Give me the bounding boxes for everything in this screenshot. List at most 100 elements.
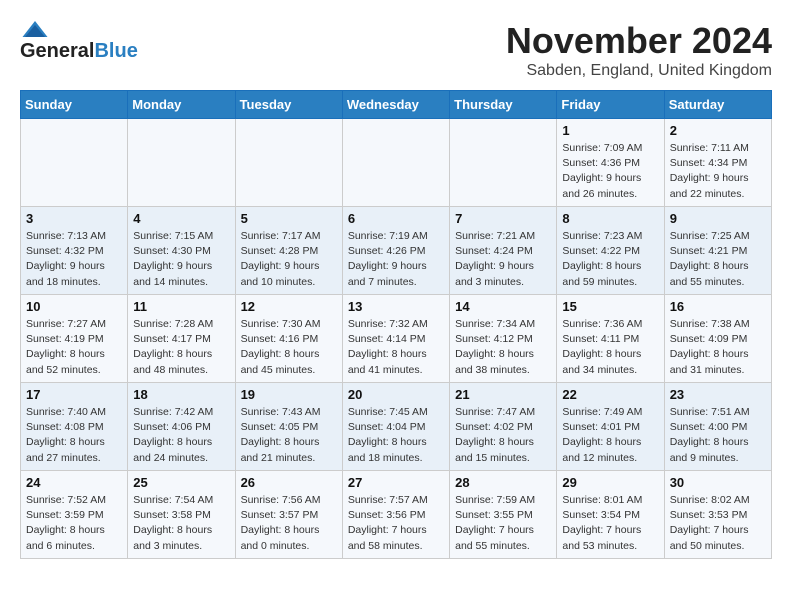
day-cell: 20 Sunrise: 7:45 AM Sunset: 4:04 PM Dayli… xyxy=(342,383,449,471)
day-info: Sunrise: 7:54 AM Sunset: 3:58 PM Dayligh… xyxy=(133,493,229,554)
weekday-header-monday: Monday xyxy=(128,91,235,119)
day-cell: 9 Sunrise: 7:25 AM Sunset: 4:21 PM Daylig… xyxy=(664,207,771,295)
day-cell: 3Sunrise: 7:13 AM Sunset: 4:32 PM Daylig… xyxy=(21,207,128,295)
day-cell: 7Sunrise: 7:21 AM Sunset: 4:24 PM Daylig… xyxy=(450,207,557,295)
day-number: 30 xyxy=(670,475,766,490)
day-cell: 16Sunrise: 7:38 AM Sunset: 4:09 PM Dayli… xyxy=(664,295,771,383)
day-number: 4 xyxy=(133,211,229,226)
day-cell xyxy=(342,119,449,207)
weekday-header-sunday: Sunday xyxy=(21,91,128,119)
weekday-header-tuesday: Tuesday xyxy=(235,91,342,119)
day-cell: 27Sunrise: 7:57 AM Sunset: 3:56 PM Dayli… xyxy=(342,471,449,559)
week-row-1: 1Sunrise: 7:09 AM Sunset: 4:36 PM Daylig… xyxy=(21,119,772,207)
day-info: Sunrise: 7:30 AM Sunset: 4:16 PM Dayligh… xyxy=(241,317,337,378)
day-info: Sunrise: 7:21 AM Sunset: 4:24 PM Dayligh… xyxy=(455,229,551,290)
day-info: Sunrise: 7:28 AM Sunset: 4:17 PM Dayligh… xyxy=(133,317,229,378)
day-info: Sunrise: 7:45 AM Sunset: 4:04 PM Dayligh… xyxy=(348,405,444,466)
day-cell: 29 Sunrise: 8:01 AM Sunset: 3:54 PM Dayli… xyxy=(557,471,664,559)
logo-blue: Blue xyxy=(94,40,137,63)
day-cell xyxy=(235,119,342,207)
day-cell: 8 Sunrise: 7:23 AM Sunset: 4:22 PM Daylig… xyxy=(557,207,664,295)
day-cell: 15 Sunrise: 7:36 AM Sunset: 4:11 PM Dayli… xyxy=(557,295,664,383)
day-info: Sunrise: 8:02 AM Sunset: 3:53 PM Dayligh… xyxy=(670,493,766,554)
day-cell: 17 Sunrise: 7:40 AM Sunset: 4:08 PM Dayli… xyxy=(21,383,128,471)
day-info: Sunrise: 7:56 AM Sunset: 3:57 PM Dayligh… xyxy=(241,493,337,554)
day-info: Sunrise: 7:25 AM Sunset: 4:21 PM Dayligh… xyxy=(670,229,766,290)
day-info: Sunrise: 8:01 AM Sunset: 3:54 PM Dayligh… xyxy=(562,493,658,554)
weekday-header-thursday: Thursday xyxy=(450,91,557,119)
day-info: Sunrise: 7:38 AM Sunset: 4:09 PM Dayligh… xyxy=(670,317,766,378)
day-number: 13 xyxy=(348,299,444,314)
day-cell: 23 Sunrise: 7:51 AM Sunset: 4:00 PM Dayli… xyxy=(664,383,771,471)
day-number: 26 xyxy=(241,475,337,490)
day-number: 10 xyxy=(26,299,122,314)
location: Sabden, England, United Kingdom xyxy=(506,62,772,80)
day-info: Sunrise: 7:34 AM Sunset: 4:12 PM Dayligh… xyxy=(455,317,551,378)
day-number: 9 xyxy=(670,211,766,226)
day-number: 6 xyxy=(348,211,444,226)
day-cell: 5 Sunrise: 7:17 AM Sunset: 4:28 PM Daylig… xyxy=(235,207,342,295)
day-number: 24 xyxy=(26,475,122,490)
day-number: 29 xyxy=(562,475,658,490)
day-cell xyxy=(128,119,235,207)
day-cell: 12 Sunrise: 7:30 AM Sunset: 4:16 PM Dayli… xyxy=(235,295,342,383)
header: General Blue November 2024 Sabden, Engla… xyxy=(20,20,772,80)
day-number: 2 xyxy=(670,123,766,138)
day-number: 25 xyxy=(133,475,229,490)
day-info: Sunrise: 7:23 AM Sunset: 4:22 PM Dayligh… xyxy=(562,229,658,290)
day-number: 23 xyxy=(670,387,766,402)
logo: General Blue xyxy=(20,20,138,63)
day-info: Sunrise: 7:27 AM Sunset: 4:19 PM Dayligh… xyxy=(26,317,122,378)
day-info: Sunrise: 7:36 AM Sunset: 4:11 PM Dayligh… xyxy=(562,317,658,378)
week-row-2: 3Sunrise: 7:13 AM Sunset: 4:32 PM Daylig… xyxy=(21,207,772,295)
day-number: 19 xyxy=(241,387,337,402)
weekday-header-saturday: Saturday xyxy=(664,91,771,119)
day-info: Sunrise: 7:47 AM Sunset: 4:02 PM Dayligh… xyxy=(455,405,551,466)
day-info: Sunrise: 7:40 AM Sunset: 4:08 PM Dayligh… xyxy=(26,405,122,466)
day-info: Sunrise: 7:09 AM Sunset: 4:36 PM Dayligh… xyxy=(562,141,658,202)
day-number: 28 xyxy=(455,475,551,490)
day-number: 14 xyxy=(455,299,551,314)
day-cell: 19 Sunrise: 7:43 AM Sunset: 4:05 PM Dayli… xyxy=(235,383,342,471)
day-info: Sunrise: 7:43 AM Sunset: 4:05 PM Dayligh… xyxy=(241,405,337,466)
day-cell: 22 Sunrise: 7:49 AM Sunset: 4:01 PM Dayli… xyxy=(557,383,664,471)
day-info: Sunrise: 7:17 AM Sunset: 4:28 PM Dayligh… xyxy=(241,229,337,290)
day-cell xyxy=(450,119,557,207)
day-cell: 11Sunrise: 7:28 AM Sunset: 4:17 PM Dayli… xyxy=(128,295,235,383)
day-number: 5 xyxy=(241,211,337,226)
day-number: 8 xyxy=(562,211,658,226)
day-cell: 21 Sunrise: 7:47 AM Sunset: 4:02 PM Dayli… xyxy=(450,383,557,471)
day-cell: 4 Sunrise: 7:15 AM Sunset: 4:30 PM Daylig… xyxy=(128,207,235,295)
day-cell: 1Sunrise: 7:09 AM Sunset: 4:36 PM Daylig… xyxy=(557,119,664,207)
calendar-table: SundayMondayTuesdayWednesdayThursdayFrid… xyxy=(20,90,772,559)
day-number: 27 xyxy=(348,475,444,490)
day-number: 21 xyxy=(455,387,551,402)
day-info: Sunrise: 7:49 AM Sunset: 4:01 PM Dayligh… xyxy=(562,405,658,466)
logo-icon xyxy=(20,20,50,38)
day-info: Sunrise: 7:51 AM Sunset: 4:00 PM Dayligh… xyxy=(670,405,766,466)
week-row-5: 24Sunrise: 7:52 AM Sunset: 3:59 PM Dayli… xyxy=(21,471,772,559)
day-number: 18 xyxy=(133,387,229,402)
day-cell: 28Sunrise: 7:59 AM Sunset: 3:55 PM Dayli… xyxy=(450,471,557,559)
weekday-header-wednesday: Wednesday xyxy=(342,91,449,119)
day-info: Sunrise: 7:15 AM Sunset: 4:30 PM Dayligh… xyxy=(133,229,229,290)
day-info: Sunrise: 7:19 AM Sunset: 4:26 PM Dayligh… xyxy=(348,229,444,290)
weekday-header-row: SundayMondayTuesdayWednesdayThursdayFrid… xyxy=(21,91,772,119)
day-cell: 26 Sunrise: 7:56 AM Sunset: 3:57 PM Dayli… xyxy=(235,471,342,559)
month-title: November 2024 xyxy=(506,20,772,62)
day-cell: 24Sunrise: 7:52 AM Sunset: 3:59 PM Dayli… xyxy=(21,471,128,559)
week-row-3: 10 Sunrise: 7:27 AM Sunset: 4:19 PM Dayli… xyxy=(21,295,772,383)
day-number: 15 xyxy=(562,299,658,314)
day-cell: 13Sunrise: 7:32 AM Sunset: 4:14 PM Dayli… xyxy=(342,295,449,383)
title-area: November 2024 Sabden, England, United Ki… xyxy=(506,20,772,80)
day-number: 22 xyxy=(562,387,658,402)
day-cell xyxy=(21,119,128,207)
day-cell: 25 Sunrise: 7:54 AM Sunset: 3:58 PM Dayli… xyxy=(128,471,235,559)
day-number: 12 xyxy=(241,299,337,314)
weekday-header-friday: Friday xyxy=(557,91,664,119)
day-number: 17 xyxy=(26,387,122,402)
day-cell: 14 Sunrise: 7:34 AM Sunset: 4:12 PM Dayli… xyxy=(450,295,557,383)
day-number: 20 xyxy=(348,387,444,402)
day-cell: 30 Sunrise: 8:02 AM Sunset: 3:53 PM Dayli… xyxy=(664,471,771,559)
day-cell: 18Sunrise: 7:42 AM Sunset: 4:06 PM Dayli… xyxy=(128,383,235,471)
